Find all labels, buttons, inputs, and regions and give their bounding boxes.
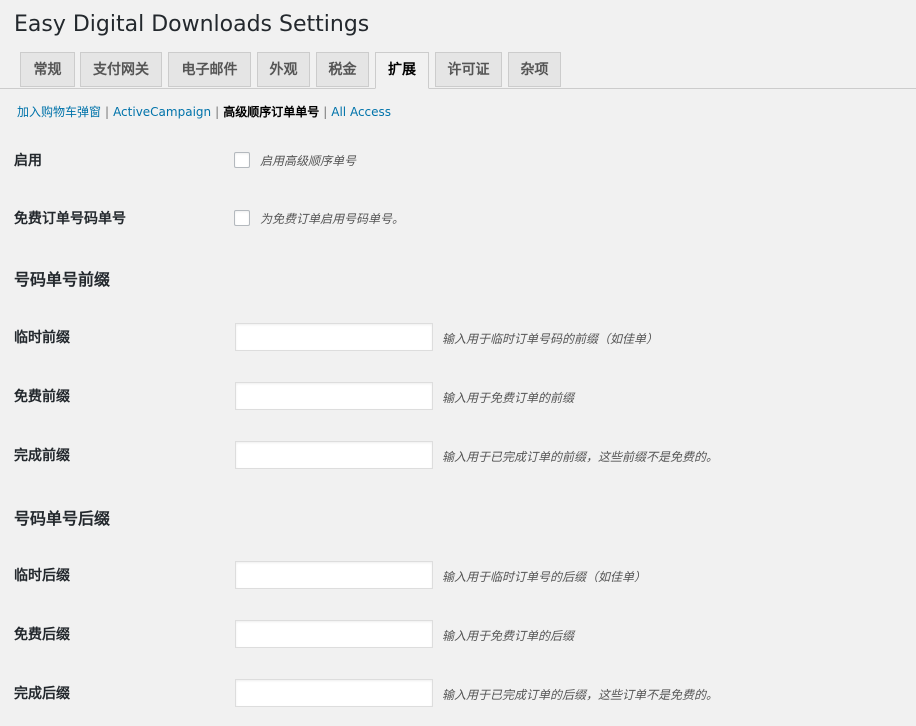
free-suffix-label: 免费后缀 <box>14 627 70 643</box>
complete-suffix-label: 完成后缀 <box>14 686 70 702</box>
tab-licenses[interactable]: 许可证 <box>435 52 502 87</box>
tab-taxes[interactable]: 税金 <box>316 52 369 87</box>
free-numbering-description: 为免费订单启用号码单号。 <box>260 212 405 226</box>
free-numbering-checkbox[interactable] <box>234 210 250 226</box>
suffix-section-heading: 号码单号后缀 <box>14 509 111 528</box>
tab-emails[interactable]: 电子邮件 <box>168 52 251 87</box>
tab-extensions[interactable]: 扩展 <box>375 52 429 89</box>
temp-suffix-label: 临时后缀 <box>14 568 70 584</box>
temp-prefix-label: 临时前缀 <box>14 330 70 346</box>
free-prefix-input[interactable] <box>235 382 433 410</box>
complete-prefix-label: 完成前缀 <box>14 448 70 464</box>
free-suffix-description: 输入用于免费订单的后缀 <box>442 629 575 643</box>
tab-styles[interactable]: 外观 <box>257 52 310 87</box>
subnav-current-sequential-order-numbers: 高级顺序订单单号 <box>223 105 320 119</box>
complete-prefix-input[interactable] <box>235 441 433 469</box>
temp-prefix-input[interactable] <box>235 323 433 351</box>
subnav-separator: | <box>215 105 220 119</box>
temp-suffix-input[interactable] <box>235 561 433 589</box>
subnav-separator: | <box>105 105 110 119</box>
temp-suffix-description: 输入用于临时订单号的后缀（如佳单） <box>442 570 647 584</box>
subnav-link-add-to-cart-popup[interactable]: 加入购物车弹窗 <box>17 105 101 119</box>
subnav-separator: | <box>323 105 328 119</box>
tab-payment-gateways[interactable]: 支付网关 <box>80 52 162 87</box>
enable-label: 启用 <box>14 153 42 169</box>
free-numbering-label: 免费订单号码单号 <box>14 211 126 227</box>
tab-misc[interactable]: 杂项 <box>508 52 561 87</box>
complete-suffix-input[interactable] <box>235 679 433 707</box>
temp-prefix-description: 输入用于临时订单号码的前缀（如佳单） <box>442 332 659 346</box>
complete-prefix-description: 输入用于已完成订单的前缀，这些前缀不是免费的。 <box>442 450 719 464</box>
extensions-subnav: 加入购物车弹窗 | ActiveCampaign | 高级顺序订单单号 | All Acce… <box>17 103 391 120</box>
free-prefix-description: 输入用于免费订单的前缀 <box>442 391 575 405</box>
page-title: Easy Digital Downloads Settings <box>14 12 370 37</box>
complete-suffix-description: 输入用于已完成订单的后缀，这些订单不是免费的。 <box>442 688 719 702</box>
free-prefix-label: 免费前缀 <box>14 389 70 405</box>
free-suffix-input[interactable] <box>235 620 433 648</box>
subnav-link-activecampaign[interactable]: ActiveCampaign <box>113 105 211 119</box>
prefix-section-heading: 号码单号前缀 <box>14 270 111 289</box>
tab-general[interactable]: 常规 <box>20 52 75 87</box>
settings-tabs: 常规 支付网关 电子邮件 外观 税金 扩展 许可证 杂项 <box>0 52 916 89</box>
enable-description: 启用高级顺序单号 <box>260 154 357 168</box>
subnav-link-all-access[interactable]: All Access <box>331 105 391 119</box>
enable-checkbox[interactable] <box>234 152 250 168</box>
